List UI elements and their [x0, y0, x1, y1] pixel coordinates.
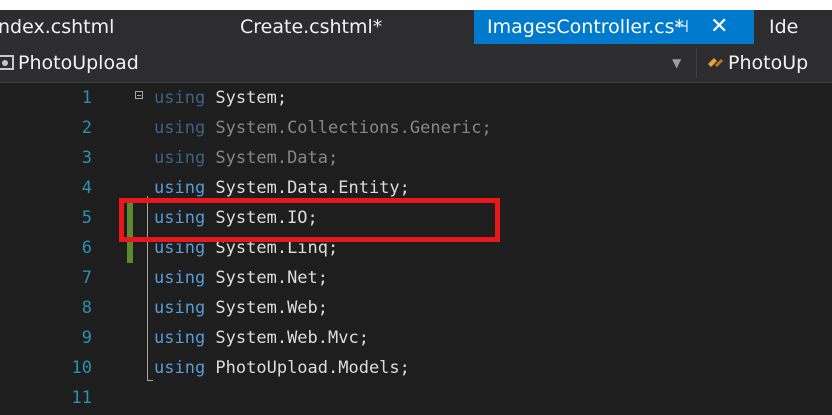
tab-label: Create.cshtml*: [240, 16, 383, 38]
navbar-divider: [696, 48, 697, 78]
line-number: 1: [81, 88, 92, 108]
class-icon: [708, 58, 723, 67]
line-number: 7: [81, 268, 92, 288]
code-text: using System.Net;: [154, 268, 329, 288]
project-dropdown[interactable]: PhotoUpload: [18, 44, 139, 82]
code-line: 8 using System.Web;: [0, 293, 832, 323]
code-text: using PhotoUpload.Models;: [154, 358, 410, 378]
line-number: 9: [81, 328, 92, 348]
document-tab-bar: ndex.cshtml Create.cshtml* ImagesControl…: [0, 10, 832, 44]
line-number: 4: [81, 178, 92, 198]
tab-separator: [754, 10, 764, 44]
tab-index-cshtml[interactable]: ndex.cshtml: [0, 10, 213, 44]
class-dropdown[interactable]: PhotoUp: [728, 44, 808, 82]
code-text: using System;: [154, 88, 288, 108]
tab-ide[interactable]: Ide: [764, 10, 832, 44]
line-number: 5: [81, 208, 92, 228]
code-line: 2 using System.Collections.Generic;: [0, 113, 832, 143]
pin-icon[interactable]: ⊣: [674, 10, 689, 44]
highlight-annotation-box: [119, 198, 500, 242]
tab-label: ImagesController.cs*: [487, 16, 685, 38]
line-number: 8: [81, 298, 92, 318]
code-text: using System.Web;: [154, 298, 329, 318]
code-line: 7 using System.Net;: [0, 263, 832, 293]
project-icon: [0, 55, 14, 70]
code-line: 9 using System.Web.Mvc;: [0, 323, 832, 353]
navigation-bar: PhotoUpload ▼ PhotoUp: [0, 44, 832, 83]
tab-label: Ide: [769, 16, 799, 38]
code-editor[interactable]: 1 using System; 2 using System.Collectio…: [0, 83, 832, 415]
code-line: 3 using System.Data;: [0, 143, 832, 173]
code-text: using System.Data;: [154, 148, 339, 168]
code-text: using System.Web.Mvc;: [154, 328, 369, 348]
line-number: 2: [81, 118, 92, 138]
tab-label: ndex.cshtml: [0, 16, 115, 38]
code-line: 11: [0, 383, 832, 413]
line-number: 11: [71, 388, 92, 408]
code-text: using System.Collections.Generic;: [154, 118, 492, 138]
line-number: 6: [81, 238, 92, 258]
tab-create-cshtml[interactable]: Create.cshtml*: [228, 10, 471, 44]
close-icon[interactable]: ✕: [710, 10, 728, 44]
code-line: 1 using System;: [0, 83, 832, 113]
code-line: 10 using PhotoUpload.Models;: [0, 353, 832, 383]
line-number: 3: [81, 148, 92, 168]
line-number: 10: [71, 358, 92, 378]
tab-images-controller[interactable]: ImagesController.cs* ⊣ ✕ Ide: [474, 10, 832, 44]
chevron-down-icon[interactable]: ▼: [672, 44, 681, 82]
